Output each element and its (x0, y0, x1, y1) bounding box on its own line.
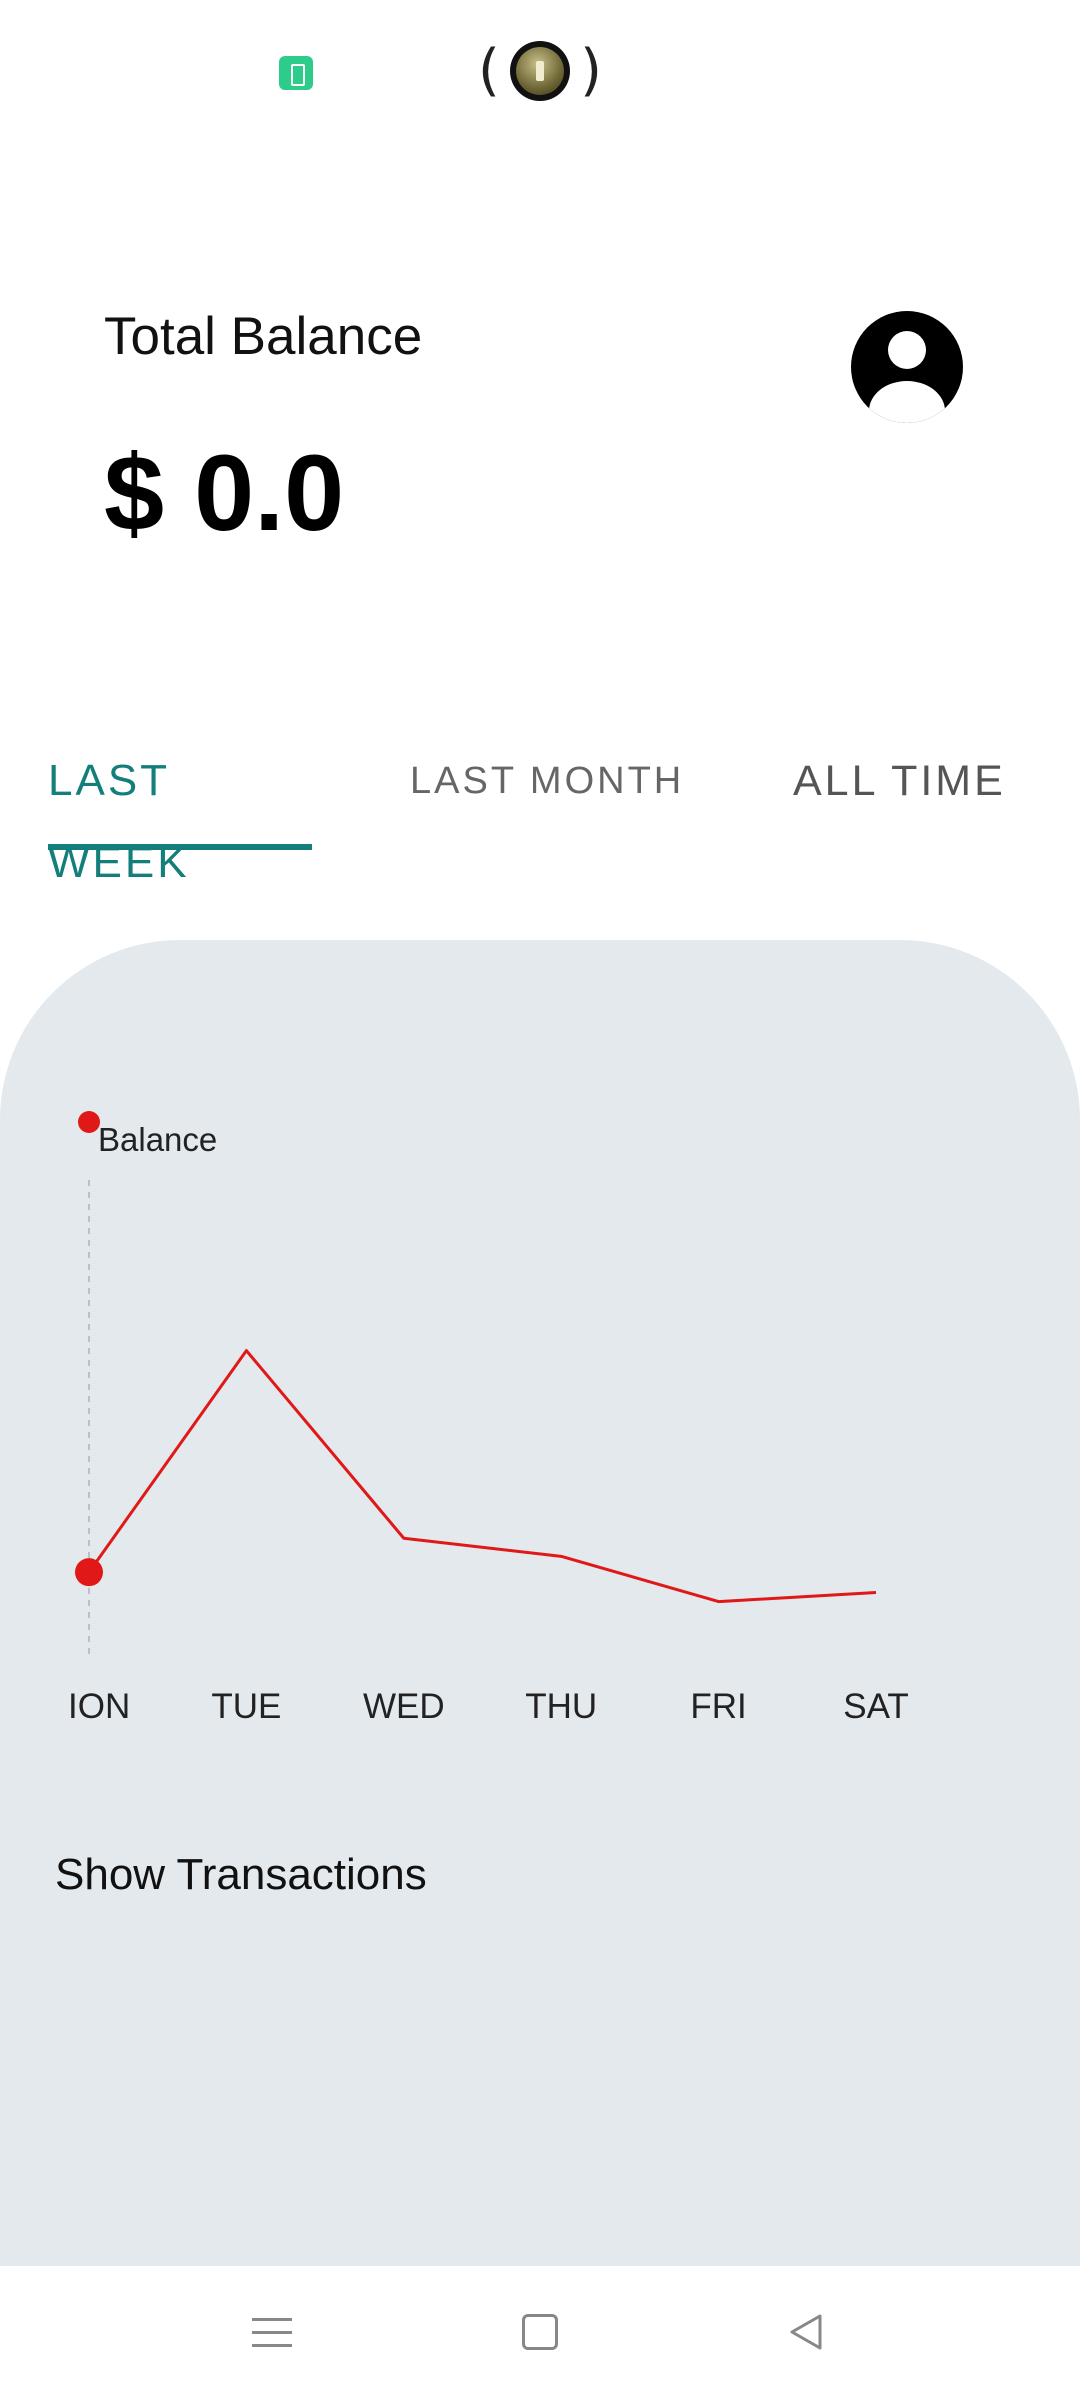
tab-last-month[interactable]: LAST MONTH (410, 740, 684, 852)
back-icon[interactable] (786, 2312, 826, 2352)
paren-left: ( (478, 38, 500, 103)
navigation-bar (0, 2266, 1080, 2400)
paren-right: ) (580, 38, 602, 103)
x-tick-label-sat: SAT (843, 1687, 908, 1726)
account-icon[interactable] (851, 311, 963, 423)
series-line-balance (87, 1349, 877, 1604)
menu-icon[interactable] (252, 2314, 292, 2350)
x-tick-label-thu: THU (525, 1687, 597, 1726)
torch-indicator[interactable]: ( ) (478, 38, 602, 104)
balance-chart[interactable]: ION TUE WED THU FRI SAT (0, 1060, 1080, 1780)
home-icon[interactable] (522, 2314, 558, 2350)
x-tick-label-tue: TUE (211, 1687, 281, 1726)
show-transactions-button[interactable]: Show Transactions (55, 1850, 427, 1900)
tab-last-week[interactable]: LAST WEEK (48, 740, 312, 887)
x-tick-label-wed: WED (363, 1687, 445, 1726)
legend-marker (78, 1111, 100, 1133)
x-tick-label-fri: FRI (690, 1687, 746, 1726)
period-tabs: LAST WEEK LAST MONTH ALL TIME (0, 740, 1080, 887)
balance-label: Total Balance (104, 307, 423, 366)
tab-indicator (48, 844, 312, 850)
balance-value: $ 0.0 (104, 432, 345, 553)
tab-all-time[interactable]: ALL TIME (793, 740, 1006, 852)
highlighted-point[interactable] (75, 1558, 103, 1587)
x-tick-label-mon: ION (68, 1687, 130, 1726)
status-bar: ( ) (0, 0, 1080, 140)
battery-icon (279, 56, 313, 90)
torch-icon (510, 41, 570, 101)
legend-label: Balance (98, 1121, 218, 1158)
